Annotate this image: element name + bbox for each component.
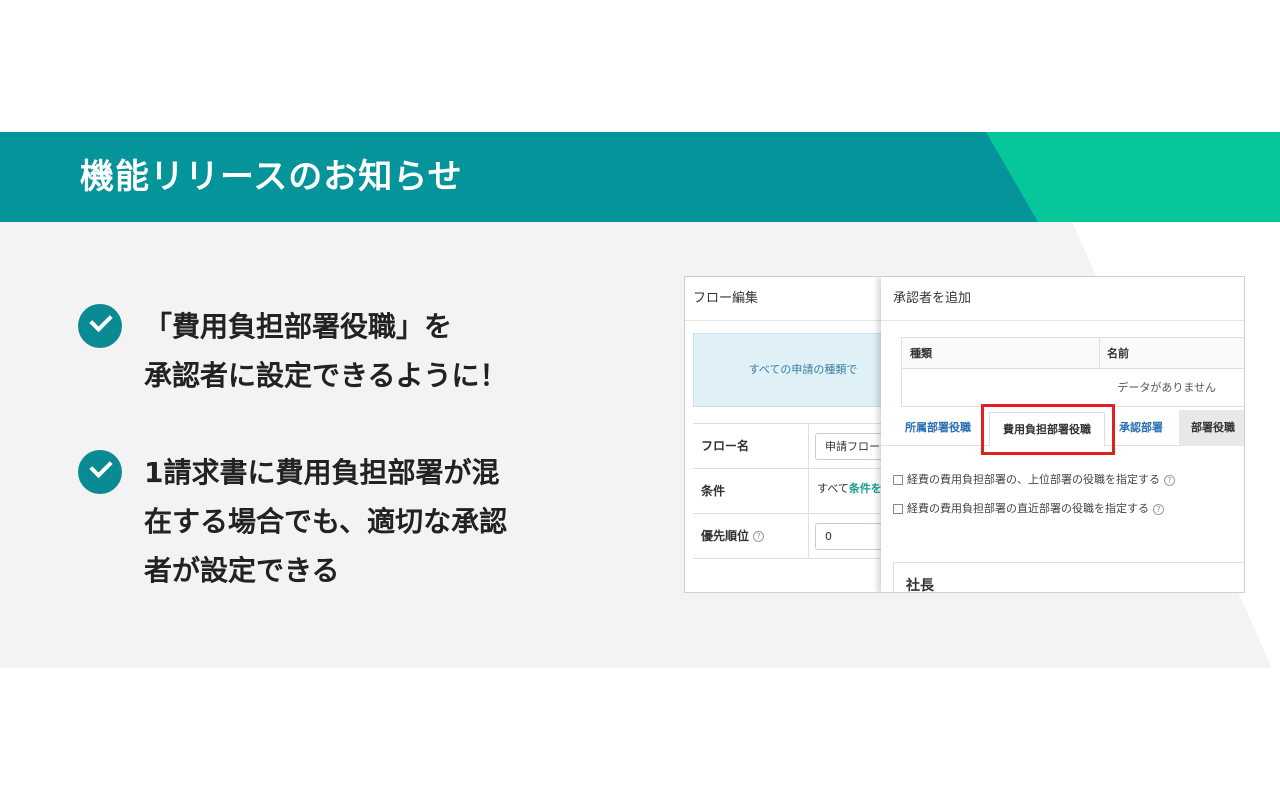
table-header: 種類 名前 [902, 338, 1244, 369]
help-icon[interactable]: ? [1153, 503, 1164, 515]
top-margin [0, 0, 1280, 132]
checkbox-upper-department[interactable]: 経費の費用負担部署の、上位部署の役職を指定する? [893, 471, 1175, 487]
bottom-margin [0, 668, 1280, 800]
flow-edit-panel: フロー編集 すべての申請の種類で フロー名 申請フロー 条件 すべて条件を 優先… [685, 277, 895, 592]
approver-card: 社長 [893, 562, 1244, 593]
feature-bullet-2: 1請求書に費用負担部署が混 在する場合でも、適切な承認 者が設定できる [78, 448, 507, 595]
column-header-type: 種類 [910, 347, 932, 360]
info-alert: すべての申請の種類で [693, 333, 893, 407]
checkbox-label: 経費の費用負担部署の直近部署の役職を指定する [907, 502, 1149, 515]
feature-bullet-text: 1請求書に費用負担部署が混 在する場合でも、適切な承認 者が設定できる [144, 456, 508, 587]
condition-row: 条件 すべて条件を [693, 469, 893, 514]
checkbox-direct-department[interactable]: 経費の費用負担部署の直近部署の役職を指定する? [893, 500, 1164, 516]
checkbox-label: 経費の費用負担部署の、上位部署の役職を指定する [907, 473, 1160, 486]
priority-label: 優先順位? [701, 514, 765, 559]
checkbox-square[interactable] [893, 475, 903, 485]
check-circle-icon [78, 450, 122, 494]
approver-table: 種類 名前 データがありません [901, 337, 1244, 407]
tab-approval-department[interactable]: 承認部署 [1119, 410, 1163, 446]
column-header-name: 名前 [1107, 347, 1129, 360]
help-icon[interactable]: ? [753, 531, 765, 542]
flow-name-row: フロー名 申請フロー [693, 424, 895, 469]
highlight-box [981, 404, 1115, 455]
help-icon[interactable]: ? [1164, 474, 1175, 486]
column-divider [808, 469, 809, 514]
priority-row: 優先順位? 0 [693, 514, 895, 559]
feature-bullet-1: 「費用負担部署役職」を 承認者に設定できるように！ [78, 302, 507, 400]
header-banner: 機能リリースのお知らせ [0, 132, 1280, 222]
add-approver-panel: 承認者を追加 種類 名前 データがありません 所属部署役職 費用負担部署役職 承… [881, 277, 1244, 593]
page-title: 機能リリースのお知らせ [80, 157, 463, 197]
condition-link[interactable]: 条件を [849, 482, 882, 495]
approver-card-title: 社長 [906, 578, 934, 593]
flow-edit-title: フロー編集 [685, 277, 885, 321]
tab-department-position[interactable]: 部署役職 [1179, 410, 1244, 446]
condition-text: すべて条件を [817, 482, 882, 495]
check-circle-icon [78, 304, 122, 348]
column-divider [1099, 338, 1100, 369]
tab-department-role[interactable]: 所属部署役職 [905, 410, 971, 446]
condition-label: 条件 [701, 484, 726, 498]
product-screenshot: フロー編集 すべての申請の種類で フロー名 申請フロー 条件 すべて条件を 優先… [684, 276, 1245, 593]
checkbox-square[interactable] [893, 504, 903, 514]
table-empty-message: データがありません [1117, 381, 1216, 394]
column-divider [808, 424, 809, 469]
flow-name-label: フロー名 [701, 439, 750, 453]
feature-bullet-text: 「費用負担部署役職」を 承認者に設定できるように！ [144, 310, 508, 392]
flow-form-table: フロー名 申請フロー 条件 すべて条件を 優先順位? 0 [693, 423, 895, 559]
column-divider [808, 514, 809, 559]
add-approver-title: 承認者を追加 [881, 277, 1244, 321]
